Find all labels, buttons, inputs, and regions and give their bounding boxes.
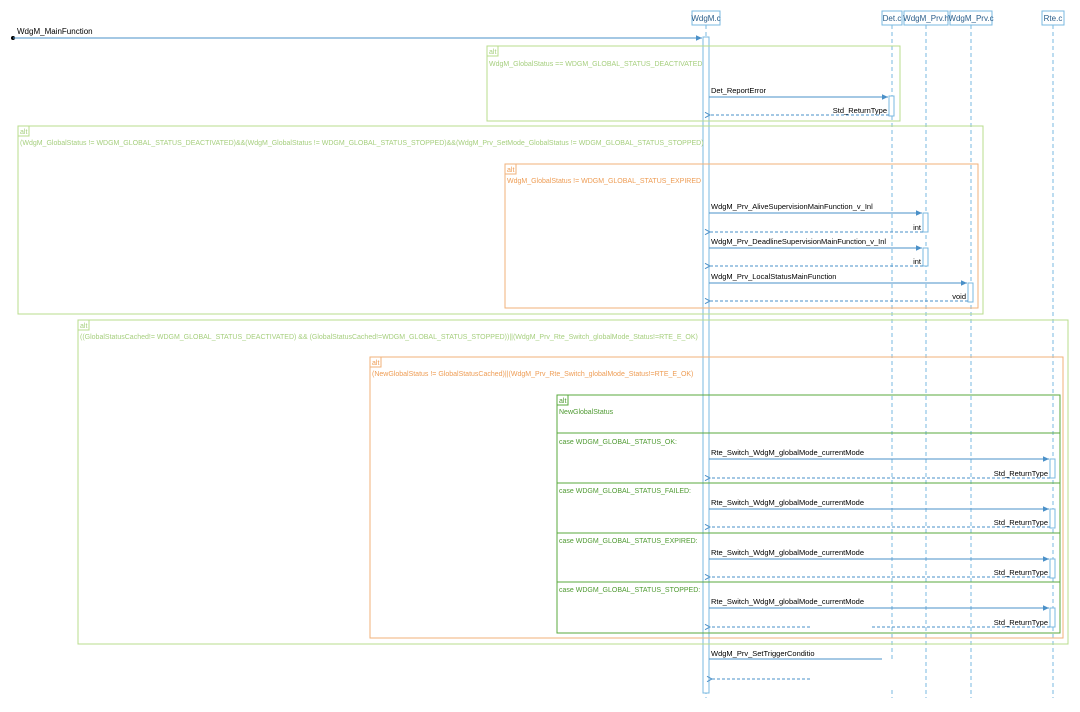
- message-label: Rte_Switch_WdgM_globalMode_currentMode: [711, 448, 864, 457]
- message-label: WdgM_Prv_AliveSupervisionMainFunction_v_…: [711, 202, 873, 211]
- lifeline-label-wdgm-prv-c: WdgM_Prv.c: [948, 14, 993, 23]
- case-label-failed: case WDGM_GLOBAL_STATUS_FAILED:: [559, 488, 691, 495]
- message-det-reporterror[interactable]: Det_ReportError: [709, 86, 888, 100]
- return-label: int: [913, 223, 922, 232]
- message-label-wdgm-mainfunction: WdgM_MainFunction: [17, 27, 93, 36]
- activation-rte-c-2: [1049, 508, 1056, 529]
- return-local-void[interactable]: void: [710, 292, 968, 301]
- return-alive-int[interactable]: int: [710, 223, 923, 232]
- return-rte-expired[interactable]: Std_ReturnType: [710, 568, 1050, 577]
- message-set-trigger-condition[interactable]: WdgM_Prv_SetTriggerConditio: [709, 649, 882, 660]
- message-label: WdgM_Prv_LocalStatusMainFunction: [711, 272, 836, 281]
- return-rte-ok[interactable]: Std_ReturnType: [710, 469, 1050, 478]
- return-label: int: [913, 257, 922, 266]
- render-artifacts: [810, 625, 920, 690]
- return-label: Std_ReturnType: [994, 618, 1048, 627]
- sequence-diagram: WdgM.c Det.c WdgM_Prv.h WdgM_Prv.c Rte.c…: [11, 10, 1069, 698]
- message-wdgm-mainfunction[interactable]: WdgM_MainFunction: [11, 27, 702, 41]
- alt-tag: alt: [372, 360, 379, 367]
- lifeline-wdgm-prv-c: WdgM_Prv.c: [948, 10, 994, 698]
- return-label: void: [952, 292, 966, 301]
- activation-det-c: [888, 95, 895, 117]
- alt-tag: alt: [20, 129, 27, 136]
- alt-tag: alt: [80, 323, 87, 330]
- alt-frame-status-cached: alt ((GlobalStatusCached!= WDGM_GLOBAL_S…: [77, 319, 1069, 645]
- lifeline-label-wdgm-c: WdgM.c: [691, 14, 720, 23]
- message-rte-switch-failed[interactable]: Rte_Switch_WdgM_globalMode_currentMode: [709, 498, 1049, 512]
- alt-frame-not-deactivated: alt (WdgM_GlobalStatus != WDGM_GLOBAL_ST…: [17, 125, 984, 315]
- return-rte-stopped[interactable]: Std_ReturnType: [710, 618, 1050, 627]
- message-alive-supervision[interactable]: WdgM_Prv_AliveSupervisionMainFunction_v_…: [709, 202, 922, 216]
- lifeline-rte-c: Rte.c: [1041, 10, 1065, 698]
- return-deadline-int[interactable]: int: [710, 257, 923, 266]
- activation-rte-c-3: [1049, 558, 1056, 579]
- activation-wdgm-prv-h-1: [922, 212, 929, 233]
- message-label: Rte_Switch_WdgM_globalMode_currentMode: [711, 548, 864, 557]
- case-label-ok: case WDGM_GLOBAL_STATUS_OK:: [559, 439, 677, 446]
- message-rte-switch-expired[interactable]: Rte_Switch_WdgM_globalMode_currentMode: [709, 548, 1049, 562]
- case-label-stopped: case WDGM_GLOBAL_STATUS_STOPPED:: [559, 587, 700, 594]
- lifeline-wdgm-c: WdgM.c: [691, 10, 721, 698]
- alt-tag: alt: [489, 49, 496, 56]
- alt-guard: WdgM_GlobalStatus == WDGM_GLOBAL_STATUS_…: [489, 61, 702, 68]
- message-label: Rte_Switch_WdgM_globalMode_currentMode: [711, 498, 864, 507]
- return-label: Std_ReturnType: [994, 518, 1048, 527]
- message-label: Rte_Switch_WdgM_globalMode_currentMode: [711, 597, 864, 606]
- message-label: WdgM_Prv_SetTriggerConditio: [711, 649, 815, 658]
- message-rte-switch-ok[interactable]: Rte_Switch_WdgM_globalMode_currentMode: [709, 448, 1049, 462]
- activation-wdgm-c: [702, 36, 710, 694]
- return-rte-failed[interactable]: Std_ReturnType: [710, 518, 1050, 527]
- lifeline-label-rte-c: Rte.c: [1044, 14, 1063, 23]
- lifeline-wdgm-prv-h: WdgM_Prv.h: [903, 10, 949, 698]
- return-label: Std_ReturnType: [833, 106, 887, 115]
- message-deadline-supervision[interactable]: WdgM_Prv_DeadlineSupervisionMainFunction…: [709, 237, 922, 251]
- activation-rte-c-4: [1049, 607, 1056, 628]
- lifeline-label-det-c: Det.c: [883, 14, 902, 23]
- activation-wdgm-prv-h-2: [922, 247, 929, 267]
- alt-guard: WdgM_GlobalStatus != WDGM_GLOBAL_STATUS_…: [507, 178, 701, 185]
- message-label: WdgM_Prv_DeadlineSupervisionMainFunction…: [711, 237, 886, 246]
- lifeline-label-wdgm-prv-h: WdgM_Prv.h: [903, 14, 949, 23]
- return-det-std-returntype[interactable]: Std_ReturnType: [710, 106, 889, 115]
- message-rte-switch-stopped[interactable]: Rte_Switch_WdgM_globalMode_currentMode: [709, 597, 1049, 611]
- alt-guard: (WdgM_GlobalStatus != WDGM_GLOBAL_STATUS…: [20, 140, 704, 147]
- alt-tag: alt: [559, 398, 566, 405]
- alt-guard: (NewGlobalStatus != GlobalStatusCached)|…: [372, 371, 693, 378]
- alt-frame-not-expired: alt WdgM_GlobalStatus != WDGM_GLOBAL_STA…: [504, 163, 979, 309]
- return-label: Std_ReturnType: [994, 469, 1048, 478]
- activation-wdgm-prv-c: [967, 282, 974, 303]
- return-label: Std_ReturnType: [994, 568, 1048, 577]
- message-label: Det_ReportError: [711, 86, 767, 95]
- message-local-status[interactable]: WdgM_Prv_LocalStatusMainFunction: [709, 272, 967, 286]
- activation-rte-c-1: [1049, 458, 1056, 479]
- alt-guard: NewGlobalStatus: [559, 409, 614, 416]
- alt-guard: ((GlobalStatusCached!= WDGM_GLOBAL_STATU…: [80, 334, 698, 341]
- case-label-expired: case WDGM_GLOBAL_STATUS_EXPIRED:: [559, 538, 698, 545]
- alt-tag: alt: [507, 167, 514, 174]
